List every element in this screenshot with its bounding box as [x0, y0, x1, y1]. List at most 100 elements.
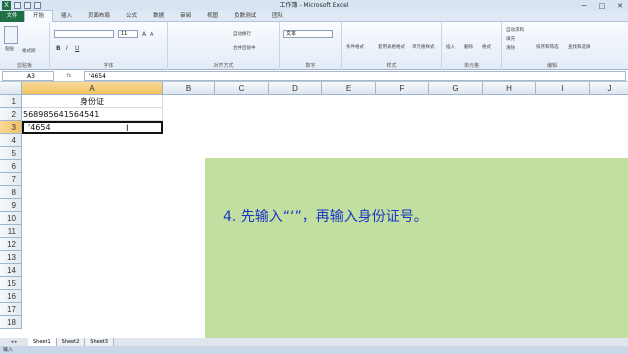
cell-styles-button[interactable]: 单元格样式: [412, 44, 435, 50]
wrap-text-button[interactable]: 自动换行: [233, 31, 251, 37]
formula-input[interactable]: '4654: [84, 70, 626, 81]
sort-filter-button[interactable]: 排序和筛选: [536, 44, 559, 50]
number-group: 文本 数字: [280, 22, 342, 70]
tab-home[interactable]: 开始: [24, 10, 54, 22]
instruction-overlay: 4. 先输入“‘”，再输入身份证号。: [205, 158, 628, 354]
row-header[interactable]: 14: [0, 264, 22, 277]
shrink-font-button[interactable]: A: [150, 32, 153, 38]
redo-icon[interactable]: [34, 2, 41, 9]
font-size-select[interactable]: 11: [118, 30, 138, 38]
row-header[interactable]: 12: [0, 238, 22, 251]
number-group-label: 数字: [305, 63, 316, 69]
tab-formulas[interactable]: 公式: [118, 11, 145, 22]
find-select-button[interactable]: 查找和选择: [568, 44, 591, 50]
clear-button[interactable]: 清除: [506, 45, 515, 51]
cell-a1[interactable]: 身份证: [22, 95, 163, 108]
format-painter-button[interactable]: 格式刷: [22, 48, 36, 54]
ribbon-tabs: 文件 开始 插入 页面布局 公式 数据 审阅 视图 负数测试 团队: [0, 10, 628, 22]
select-all-corner[interactable]: [0, 82, 22, 95]
minimize-button[interactable]: ─: [578, 2, 590, 10]
row-header[interactable]: 16: [0, 290, 22, 303]
sheet-nav-arrows[interactable]: ◂ ▸: [0, 339, 28, 345]
font-group-label: 字体: [103, 63, 114, 69]
row-header[interactable]: 4: [0, 134, 22, 147]
row-header[interactable]: 10: [0, 212, 22, 225]
row-header[interactable]: 17: [0, 303, 22, 316]
styles-group: 条件格式 套用表格格式 单元格样式 样式: [342, 22, 442, 70]
cell-a3[interactable]: '4654: [22, 121, 163, 134]
insert-function-button[interactable]: fx: [54, 73, 84, 79]
undo-icon[interactable]: [24, 2, 31, 9]
autosum-button[interactable]: 自动求和: [506, 27, 524, 33]
instruction-caption: 4. 先输入“‘”，再输入身份证号。: [223, 209, 428, 225]
tab-data[interactable]: 数据: [145, 11, 172, 22]
col-header-h[interactable]: H: [483, 82, 536, 95]
editing-group-label: 编辑: [546, 63, 557, 69]
font-name-select[interactable]: [54, 30, 114, 38]
window-controls: ─ □ ✕: [578, 0, 626, 11]
col-header-b[interactable]: B: [163, 82, 215, 95]
format-cells-button[interactable]: 格式: [482, 44, 491, 50]
close-button[interactable]: ✕: [614, 2, 626, 10]
tab-insert[interactable]: 插入: [53, 11, 80, 22]
row-header[interactable]: 8: [0, 186, 22, 199]
row-header[interactable]: 9: [0, 199, 22, 212]
tab-file[interactable]: 文件: [0, 10, 24, 22]
font-group: 11 A A B I U 字体: [50, 22, 168, 70]
col-header-j[interactable]: J: [590, 82, 628, 95]
grow-font-button[interactable]: A: [142, 31, 146, 38]
format-as-table-button[interactable]: 套用表格格式: [378, 44, 405, 50]
name-box[interactable]: A3: [2, 70, 54, 81]
col-header-f[interactable]: F: [376, 82, 429, 95]
italic-button[interactable]: I: [66, 45, 68, 52]
row-header[interactable]: 15: [0, 277, 22, 290]
col-header-g[interactable]: G: [429, 82, 483, 95]
paste-button[interactable]: 粘贴: [5, 46, 14, 52]
save-icon[interactable]: [14, 2, 21, 9]
tab-test[interactable]: 负数测试: [226, 11, 264, 22]
row-header[interactable]: 1: [0, 95, 22, 108]
tab-view[interactable]: 视图: [199, 11, 226, 22]
text-cursor-icon: I: [126, 124, 129, 134]
sheet-tab-3[interactable]: Sheet3: [85, 338, 114, 346]
cell-a2[interactable]: 568985641564541: [22, 108, 163, 121]
col-header-c[interactable]: C: [215, 82, 269, 95]
title-bar: X 工作簿 - Microsoft Excel ─ □ ✕: [0, 0, 628, 11]
row-header[interactable]: 11: [0, 225, 22, 238]
sheet-tab-2[interactable]: Sheet2: [56, 338, 86, 346]
row-header[interactable]: 13: [0, 251, 22, 264]
row-header[interactable]: 3: [0, 121, 22, 134]
row-header[interactable]: 6: [0, 160, 22, 173]
excel-logo-icon: X: [2, 1, 11, 10]
col-header-e[interactable]: E: [322, 82, 376, 95]
row-header[interactable]: 2: [0, 108, 22, 121]
sheet-tab-bar: ◂ ▸ Sheet1 Sheet2 Sheet3: [0, 338, 628, 346]
tab-review[interactable]: 审阅: [172, 11, 199, 22]
alignment-group: 自动换行 合并后居中 对齐方式: [168, 22, 280, 70]
row-header[interactable]: 18: [0, 316, 22, 329]
merge-center-button[interactable]: 合并后居中: [233, 45, 256, 51]
number-format-select[interactable]: 文本: [283, 30, 333, 38]
row-header[interactable]: 5: [0, 147, 22, 160]
fill-button[interactable]: 填充: [506, 36, 515, 42]
ribbon: 粘贴 格式刷 剪贴板 11 A A B I U 字体 自动换行 合并后居中 对齐…: [0, 22, 628, 70]
insert-cells-button[interactable]: 插入: [446, 44, 455, 50]
col-header-a[interactable]: A: [22, 82, 163, 95]
status-bar: 输入: [0, 346, 628, 354]
maximize-button[interactable]: □: [596, 2, 608, 10]
conditional-format-button[interactable]: 条件格式: [346, 44, 364, 50]
col-header-i[interactable]: I: [536, 82, 590, 95]
sheet-tab-1[interactable]: Sheet1: [28, 338, 57, 346]
excel-window: X 工作簿 - Microsoft Excel ─ □ ✕ 文件 开始 插入 页…: [0, 0, 628, 354]
underline-button[interactable]: U: [75, 45, 79, 52]
window-title: 工作簿 - Microsoft Excel: [279, 2, 349, 9]
paste-icon[interactable]: [4, 26, 18, 44]
row-header[interactable]: 7: [0, 173, 22, 186]
bold-button[interactable]: B: [56, 45, 61, 52]
styles-group-label: 样式: [386, 63, 397, 69]
delete-cells-button[interactable]: 删除: [464, 44, 473, 50]
tab-page-layout[interactable]: 页面布局: [80, 11, 118, 22]
clipboard-group-label: 剪贴板: [16, 63, 32, 69]
tab-team[interactable]: 团队: [264, 11, 291, 22]
col-header-d[interactable]: D: [269, 82, 322, 95]
